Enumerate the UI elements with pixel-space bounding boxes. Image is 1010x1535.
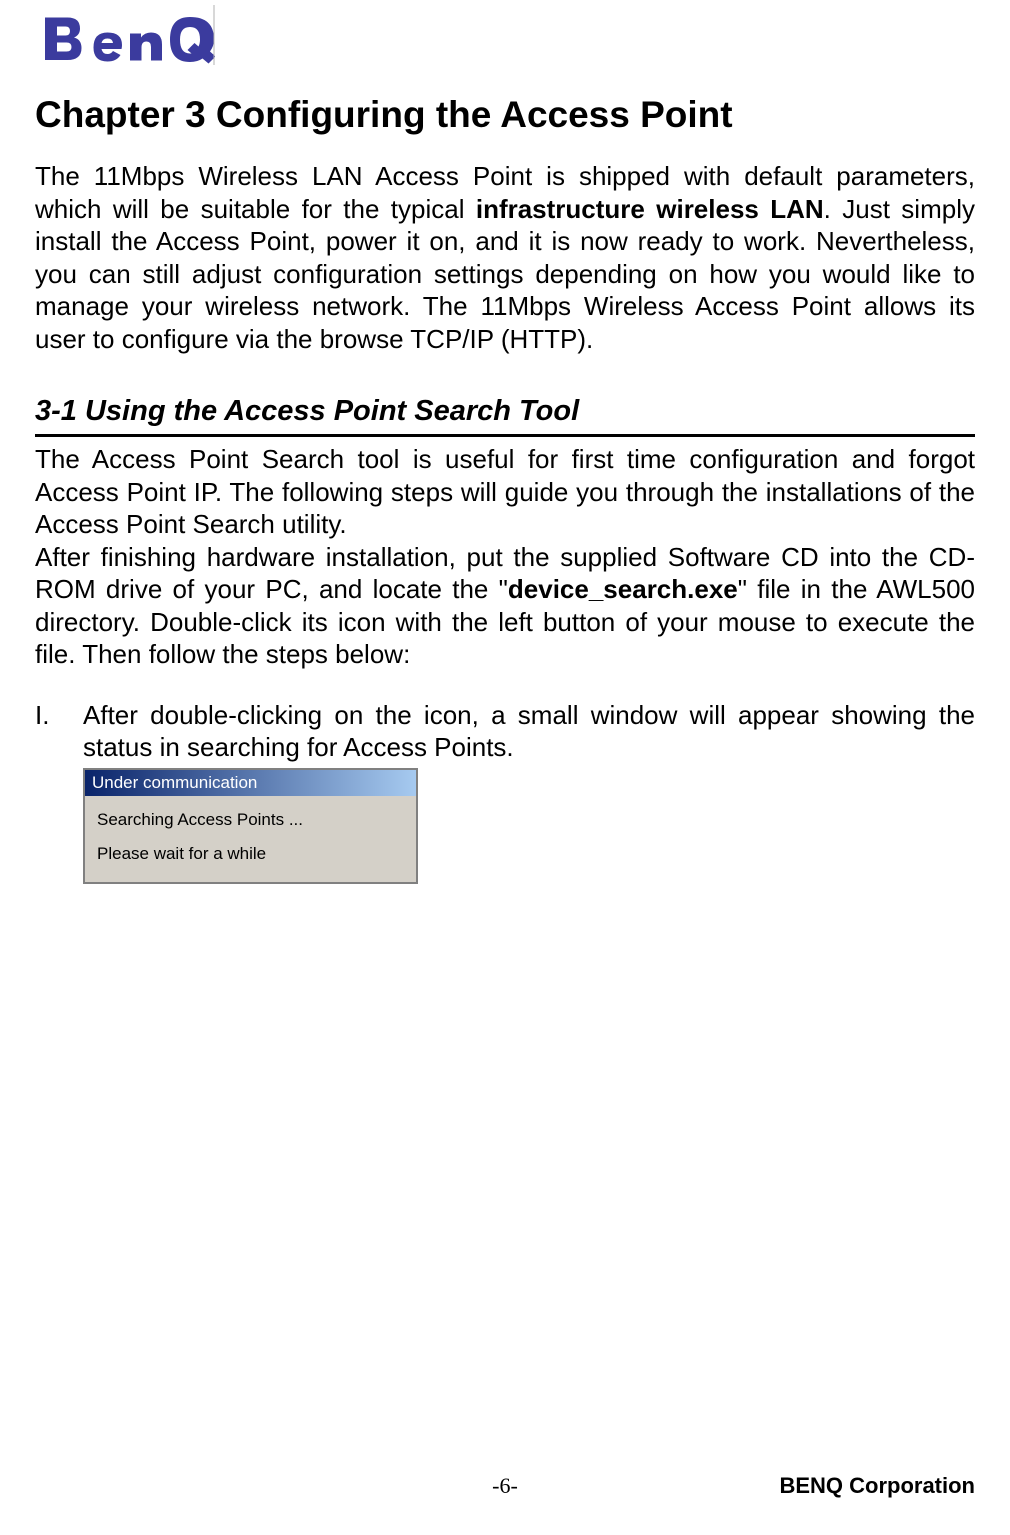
step-list-item: I. After double-clicking on the icon, a … [35,699,975,764]
intro-bold-1: infrastructure wireless LAN [476,194,824,224]
dialog-titlebar: Under communication [85,770,416,796]
section-para1: The Access Point Search tool is useful f… [35,444,975,539]
step-text: After double-clicking on the icon, a sma… [83,699,975,764]
section-divider [35,434,975,437]
device-search-filename: device_search.exe [508,574,738,604]
intro-paragraph: The 11Mbps Wireless LAN Access Point is … [35,160,975,355]
section-body: The Access Point Search tool is useful f… [35,443,975,671]
page-number: -6- [35,1473,975,1499]
dialog-wait-line: Please wait for a while [97,844,404,864]
page-footer: -6- BENQ Corporation [35,1473,975,1499]
step-marker: I. [35,699,83,764]
dialog-window: Under communication Searching Access Poi… [83,768,418,884]
dialog-screenshot: Under communication Searching Access Poi… [83,768,975,884]
brand-logo [35,0,975,82]
dialog-status-line: Searching Access Points ... [97,810,404,830]
chapter-title: Chapter 3 Configuring the Access Point [35,94,975,136]
benq-logo-svg [35,5,215,65]
section-heading: 3-1 Using the Access Point Search Tool [35,395,975,428]
dialog-body: Searching Access Points ... Please wait … [85,796,416,882]
